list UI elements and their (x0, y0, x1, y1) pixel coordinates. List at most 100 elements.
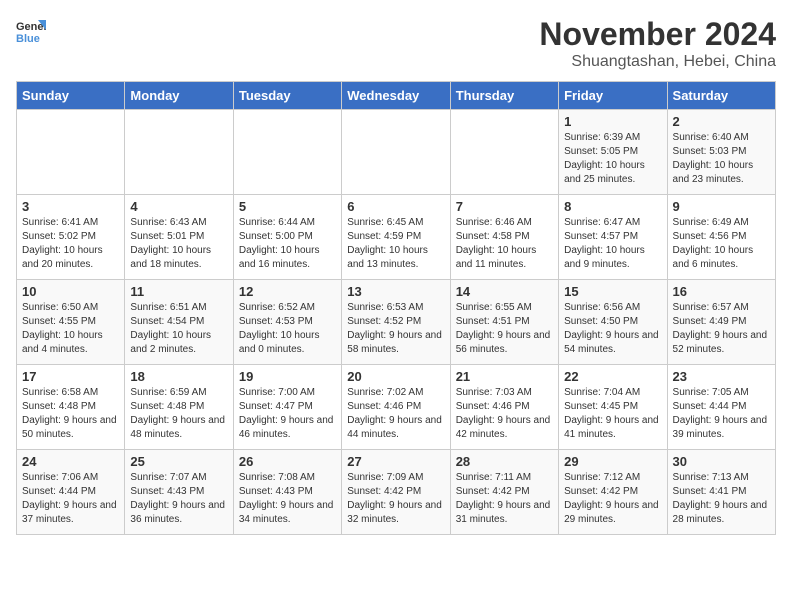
day-info: Sunrise: 7:00 AM Sunset: 4:47 PM Dayligh… (239, 386, 336, 442)
calendar-cell: 3 Sunrise: 6:41 AM Sunset: 5:02 PM Daylig… (17, 195, 125, 280)
calendar-cell: 1Sunrise: 6:39 AM Sunset: 5:05 PM Daylig… (559, 110, 667, 195)
day-number: 12 (239, 284, 336, 299)
day-number: 3 (22, 199, 119, 214)
day-info: Sunrise: 6:47 AM Sunset: 4:57 PM Dayligh… (564, 216, 661, 272)
title-section: November 2024 Shuangtashan, Hebei, China (539, 16, 776, 71)
calendar-cell: 25Sunrise: 7:07 AM Sunset: 4:43 PM Dayli… (125, 450, 233, 535)
calendar-cell (233, 110, 341, 195)
day-info: Sunrise: 7:12 AM Sunset: 4:42 PM Dayligh… (564, 471, 661, 527)
day-number: 22 (564, 369, 661, 384)
day-info: Sunrise: 6:53 AM Sunset: 4:52 PM Dayligh… (347, 301, 444, 357)
calendar-cell: 4Sunrise: 6:43 AM Sunset: 5:01 PM Daylig… (125, 195, 233, 280)
day-number: 27 (347, 454, 444, 469)
day-info: Sunrise: 7:09 AM Sunset: 4:42 PM Dayligh… (347, 471, 444, 527)
day-number: 2 (673, 114, 770, 129)
calendar-cell: 28 Sunrise: 7:11 AM Sunset: 4:42 PM Dayli… (450, 450, 558, 535)
day-info: Sunrise: 6:45 AM Sunset: 4:59 PM Dayligh… (347, 216, 444, 272)
subtitle: Shuangtashan, Hebei, China (539, 53, 776, 71)
day-number: 23 (673, 369, 770, 384)
calendar-header: SundayMondayTuesdayWednesdayThursdayFrid… (17, 82, 776, 110)
day-number: 17 (22, 369, 119, 384)
day-info: Sunrise: 7:11 AM Sunset: 4:42 PM Dayligh… (456, 471, 553, 527)
week-row-4: 24 Sunrise: 7:06 AM Sunset: 4:44 PM Dayli… (17, 450, 776, 535)
day-number: 4 (130, 199, 227, 214)
day-info: Sunrise: 6:40 AM Sunset: 5:03 PM Dayligh… (673, 131, 770, 187)
day-info: Sunrise: 7:08 AM Sunset: 4:43 PM Dayligh… (239, 471, 336, 527)
calendar-cell: 19 Sunrise: 7:00 AM Sunset: 4:47 PM Dayli… (233, 365, 341, 450)
day-info: Sunrise: 6:52 AM Sunset: 4:53 PM Dayligh… (239, 301, 336, 357)
day-info: Sunrise: 6:41 AM Sunset: 5:02 PM Dayligh… (22, 216, 119, 272)
day-info: Sunrise: 7:05 AM Sunset: 4:44 PM Dayligh… (673, 386, 770, 442)
day-number: 21 (456, 369, 553, 384)
calendar-cell: 30Sunrise: 7:13 AM Sunset: 4:41 PM Dayli… (667, 450, 775, 535)
week-row-3: 17Sunrise: 6:58 AM Sunset: 4:48 PM Dayli… (17, 365, 776, 450)
calendar-cell: 8Sunrise: 6:47 AM Sunset: 4:57 PM Daylig… (559, 195, 667, 280)
calendar-cell: 22 Sunrise: 7:04 AM Sunset: 4:45 PM Dayli… (559, 365, 667, 450)
calendar-cell (125, 110, 233, 195)
logo: General Blue (16, 16, 46, 46)
day-info: Sunrise: 7:02 AM Sunset: 4:46 PM Dayligh… (347, 386, 444, 442)
day-number: 1 (564, 114, 661, 129)
day-info: Sunrise: 6:50 AM Sunset: 4:55 PM Dayligh… (22, 301, 119, 357)
day-number: 14 (456, 284, 553, 299)
calendar-cell: 27 Sunrise: 7:09 AM Sunset: 4:42 PM Dayli… (342, 450, 450, 535)
week-row-1: 3 Sunrise: 6:41 AM Sunset: 5:02 PM Daylig… (17, 195, 776, 280)
day-number: 20 (347, 369, 444, 384)
calendar-cell: 11Sunrise: 6:51 AM Sunset: 4:54 PM Dayli… (125, 280, 233, 365)
calendar-cell: 10Sunrise: 6:50 AM Sunset: 4:55 PM Dayli… (17, 280, 125, 365)
header-sunday: Sunday (17, 82, 125, 110)
day-info: Sunrise: 7:07 AM Sunset: 4:43 PM Dayligh… (130, 471, 227, 527)
week-row-2: 10Sunrise: 6:50 AM Sunset: 4:55 PM Dayli… (17, 280, 776, 365)
day-number: 24 (22, 454, 119, 469)
calendar-cell (342, 110, 450, 195)
calendar-cell: 21 Sunrise: 7:03 AM Sunset: 4:46 PM Dayli… (450, 365, 558, 450)
calendar-body: 1Sunrise: 6:39 AM Sunset: 5:05 PM Daylig… (17, 110, 776, 535)
header-friday: Friday (559, 82, 667, 110)
day-number: 5 (239, 199, 336, 214)
day-number: 16 (673, 284, 770, 299)
calendar-cell: 16 Sunrise: 6:57 AM Sunset: 4:49 PM Dayli… (667, 280, 775, 365)
calendar-cell: 18Sunrise: 6:59 AM Sunset: 4:48 PM Dayli… (125, 365, 233, 450)
day-info: Sunrise: 6:56 AM Sunset: 4:50 PM Dayligh… (564, 301, 661, 357)
day-number: 9 (673, 199, 770, 214)
calendar-cell: 13 Sunrise: 6:53 AM Sunset: 4:52 PM Dayli… (342, 280, 450, 365)
day-info: Sunrise: 6:44 AM Sunset: 5:00 PM Dayligh… (239, 216, 336, 272)
header-wednesday: Wednesday (342, 82, 450, 110)
day-number: 29 (564, 454, 661, 469)
day-number: 19 (239, 369, 336, 384)
calendar-cell: 24 Sunrise: 7:06 AM Sunset: 4:44 PM Dayli… (17, 450, 125, 535)
day-number: 11 (130, 284, 227, 299)
calendar-cell: 7Sunrise: 6:46 AM Sunset: 4:58 PM Daylig… (450, 195, 558, 280)
day-number: 18 (130, 369, 227, 384)
day-info: Sunrise: 7:06 AM Sunset: 4:44 PM Dayligh… (22, 471, 119, 527)
header-tuesday: Tuesday (233, 82, 341, 110)
calendar-cell: 26 Sunrise: 7:08 AM Sunset: 4:43 PM Dayli… (233, 450, 341, 535)
day-number: 28 (456, 454, 553, 469)
header-thursday: Thursday (450, 82, 558, 110)
day-info: Sunrise: 7:03 AM Sunset: 4:46 PM Dayligh… (456, 386, 553, 442)
week-row-0: 1Sunrise: 6:39 AM Sunset: 5:05 PM Daylig… (17, 110, 776, 195)
day-number: 13 (347, 284, 444, 299)
calendar-cell (450, 110, 558, 195)
calendar-cell: 17Sunrise: 6:58 AM Sunset: 4:48 PM Dayli… (17, 365, 125, 450)
calendar-cell: 6 Sunrise: 6:45 AM Sunset: 4:59 PM Daylig… (342, 195, 450, 280)
day-info: Sunrise: 7:04 AM Sunset: 4:45 PM Dayligh… (564, 386, 661, 442)
day-info: Sunrise: 6:57 AM Sunset: 4:49 PM Dayligh… (673, 301, 770, 357)
day-number: 30 (673, 454, 770, 469)
header-monday: Monday (125, 82, 233, 110)
header: General Blue November 2024 Shuangtashan,… (16, 16, 776, 71)
main-title: November 2024 (539, 16, 776, 53)
logo-icon: General Blue (16, 16, 46, 46)
header-saturday: Saturday (667, 82, 775, 110)
calendar-cell (17, 110, 125, 195)
day-info: Sunrise: 6:55 AM Sunset: 4:51 PM Dayligh… (456, 301, 553, 357)
day-info: Sunrise: 6:49 AM Sunset: 4:56 PM Dayligh… (673, 216, 770, 272)
calendar-cell: 20 Sunrise: 7:02 AM Sunset: 4:46 PM Dayli… (342, 365, 450, 450)
calendar-cell: 15Sunrise: 6:56 AM Sunset: 4:50 PM Dayli… (559, 280, 667, 365)
calendar-cell: 12 Sunrise: 6:52 AM Sunset: 4:53 PM Dayli… (233, 280, 341, 365)
day-number: 26 (239, 454, 336, 469)
calendar-table: SundayMondayTuesdayWednesdayThursdayFrid… (16, 81, 776, 535)
calendar-cell: 5 Sunrise: 6:44 AM Sunset: 5:00 PM Daylig… (233, 195, 341, 280)
day-info: Sunrise: 6:46 AM Sunset: 4:58 PM Dayligh… (456, 216, 553, 272)
day-number: 6 (347, 199, 444, 214)
